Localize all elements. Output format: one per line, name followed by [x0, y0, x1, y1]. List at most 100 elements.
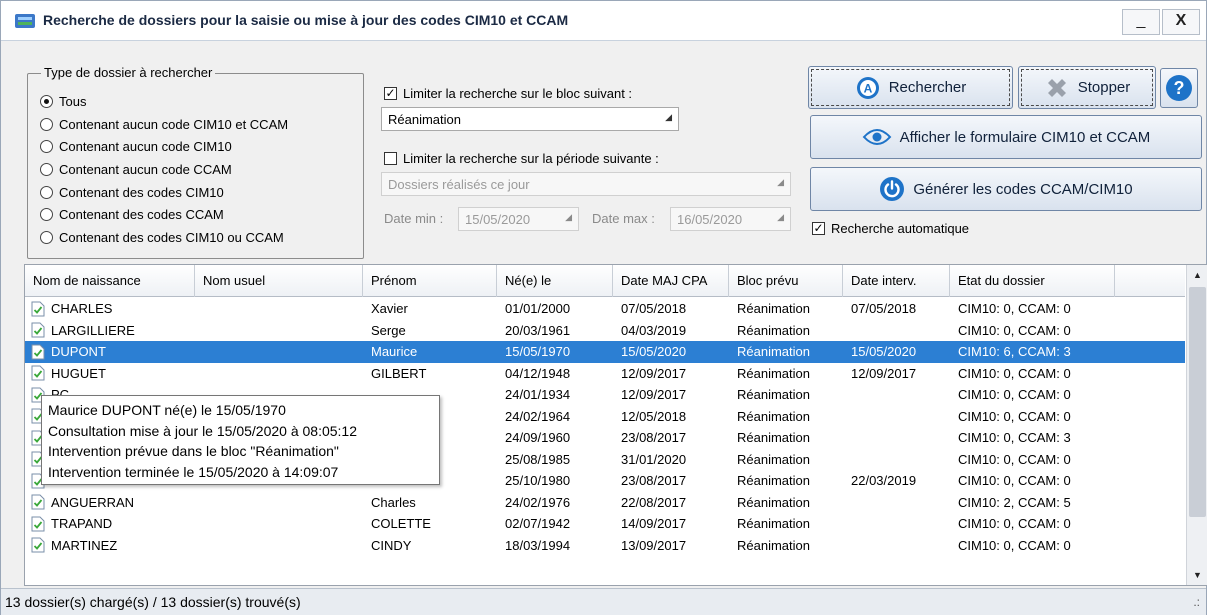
cell-text: HUGUET	[51, 365, 106, 381]
period-filter-checkbox-row[interactable]: Limiter la recherche sur la période suiv…	[384, 151, 659, 166]
table-row[interactable]: ANGUERRAN Charles 24/02/1976 22/08/2017 Réan…	[25, 492, 1185, 514]
dropdown-arrow-icon: ◢	[665, 112, 672, 122]
cell-etat-dossier: CIM10: 0, CCAM: 0	[958, 451, 1071, 467]
resize-grip-icon[interactable]: .:	[1193, 589, 1200, 615]
tooltip-line: Intervention prévue dans le bloc "Réanim…	[48, 443, 339, 459]
bloc-select[interactable]: Réanimation ◢	[381, 107, 679, 131]
cell-bloc-prevu: Réanimation	[737, 537, 810, 553]
column-header-nom-naissance[interactable]: Nom de naissance	[25, 265, 195, 297]
cell-date-maj-cpa: 15/05/2020	[621, 344, 687, 360]
radio-tous[interactable]: Tous	[40, 92, 86, 110]
search-button-label: Rechercher	[888, 79, 967, 96]
cell-prenom: GILBERT	[371, 365, 427, 381]
file-check-icon	[31, 301, 45, 317]
cell-text: MARTINEZ	[51, 537, 118, 553]
generate-codes-button-label: Générer les codes CCAM/CIM10	[913, 180, 1133, 198]
cell-bloc-prevu: Réanimation	[737, 430, 810, 446]
column-header-bloc-prevu[interactable]: Bloc prévu	[729, 265, 843, 297]
radio-aucun-cim10-ccam[interactable]: Contenant aucun code CIM10 et CCAM	[40, 115, 288, 133]
radio-aucun-ccam[interactable]: Contenant aucun code CCAM	[40, 160, 232, 178]
table-row[interactable]: LARGILLIERE Serge 20/03/1961 04/03/2019 Réan…	[25, 320, 1185, 342]
cell-date-maj-cpa: 04/03/2019	[621, 322, 687, 338]
auto-search-label: Recherche automatique	[831, 221, 970, 236]
table-row[interactable]: DUPONT Maurice 15/05/1970 15/05/2020 Réanima…	[25, 341, 1185, 363]
file-check-icon	[31, 537, 45, 553]
column-header-date-maj-cpa[interactable]: Date MAJ CPA	[613, 265, 729, 297]
radio-label: Contenant aucun code CCAM	[59, 161, 232, 177]
radio-button[interactable]	[40, 162, 53, 176]
cell-prenom: Xavier	[371, 301, 408, 317]
cell-ne-le: 20/03/1961	[505, 322, 571, 338]
cell-prenom: CINDY	[371, 537, 412, 553]
radio-codes-cim10[interactable]: Contenant des codes CIM10	[40, 183, 224, 201]
close-button[interactable]: X	[1162, 9, 1200, 35]
radio-label: Contenant des codes CIM10	[59, 184, 224, 200]
column-header-etat-dossier[interactable]: Etat du dossier	[950, 265, 1115, 297]
period-select[interactable]: Dossiers réalisés ce jour ◢	[381, 172, 791, 196]
show-form-button-label: Afficher le formulaire CIM10 et CCAM	[899, 128, 1151, 146]
file-check-icon	[31, 494, 45, 510]
column-header-ne-le[interactable]: Né(e) le	[497, 265, 613, 297]
show-form-button[interactable]: Afficher le formulaire CIM10 et CCAM	[810, 115, 1202, 159]
cell-bloc-prevu: Réanimation	[737, 322, 810, 338]
radio-button[interactable]	[40, 230, 53, 244]
table-row[interactable]: TRAPAND COLETTE 02/07/1942 14/09/2017 Réanim…	[25, 513, 1185, 535]
radio-button[interactable]	[40, 94, 53, 108]
cell-bloc-prevu: Réanimation	[737, 451, 810, 467]
radio-button[interactable]	[40, 139, 53, 153]
generate-codes-button[interactable]: Générer les codes CCAM/CIM10	[810, 167, 1202, 211]
vertical-scrollbar[interactable]: ▲ ▼	[1186, 265, 1207, 585]
cell-date-maj-cpa: 23/08/2017	[621, 473, 687, 489]
radio-aucun-cim10[interactable]: Contenant aucun code CIM10	[40, 137, 232, 155]
cell-etat-dossier: CIM10: 0, CCAM: 0	[958, 322, 1071, 338]
minimize-button[interactable]: _	[1122, 9, 1160, 35]
auto-search-checkbox[interactable]: ✓	[812, 222, 825, 235]
cell-date-maj-cpa: 14/09/2017	[621, 516, 687, 532]
cell-etat-dossier: CIM10: 0, CCAM: 0	[958, 365, 1071, 381]
radio-button[interactable]	[40, 117, 53, 131]
radio-codes-cim10-ou-ccam[interactable]: Contenant des codes CIM10 ou CCAM	[40, 228, 284, 246]
file-check-icon	[31, 516, 45, 532]
bloc-filter-label: Limiter la recherche sur le bloc suivant…	[403, 86, 633, 101]
radio-button[interactable]	[40, 207, 53, 221]
cell-nom-naissance: ANGUERRAN	[25, 494, 195, 510]
cell-date-maj-cpa: 07/05/2018	[621, 301, 687, 317]
cell-text: CHARLES	[51, 301, 113, 317]
cell-bloc-prevu: Réanimation	[737, 301, 810, 317]
column-header-prenom[interactable]: Prénom	[363, 265, 497, 297]
stop-button-label: Stopper	[1077, 79, 1131, 96]
search-button[interactable]: A Rechercher	[808, 66, 1013, 109]
scroll-down-arrow-icon[interactable]: ▼	[1187, 565, 1207, 585]
period-filter-checkbox[interactable]	[384, 152, 397, 165]
cell-ne-le: 25/10/1980	[505, 473, 571, 489]
radio-label: Tous	[59, 93, 87, 109]
help-button[interactable]: ?	[1160, 68, 1198, 108]
patient-tooltip: Maurice DUPONT né(e) le 15/05/1970 Consu…	[41, 395, 440, 485]
radio-codes-ccam[interactable]: Contenant des codes CCAM	[40, 205, 224, 223]
date-max-field[interactable]: 16/05/2020 ◢	[670, 207, 791, 231]
cell-bloc-prevu: Réanimation	[737, 473, 810, 489]
stop-button[interactable]: Stopper	[1018, 66, 1156, 109]
bloc-filter-checkbox-row[interactable]: ✓ Limiter la recherche sur le bloc suiva…	[384, 86, 632, 101]
dropdown-arrow-icon: ◢	[565, 212, 572, 222]
file-check-icon	[31, 365, 45, 381]
cell-date-maj-cpa: 12/09/2017	[621, 387, 687, 403]
table-row[interactable]: HUGUET GILBERT 04/12/1948 12/09/2017 Réanima…	[25, 363, 1185, 385]
cell-bloc-prevu: Réanimation	[737, 365, 810, 381]
auto-search-checkbox-row[interactable]: ✓ Recherche automatique	[812, 221, 969, 236]
date-min-field[interactable]: 15/05/2020 ◢	[458, 207, 579, 231]
date-max-value: 16/05/2020	[677, 211, 743, 227]
table-row[interactable]: CHARLES Xavier 01/01/2000 07/05/2018 Réanima…	[25, 298, 1185, 320]
radio-button[interactable]	[40, 185, 53, 199]
column-header-date-interv[interactable]: Date interv.	[843, 265, 950, 297]
cell-etat-dossier: CIM10: 0, CCAM: 3	[958, 430, 1071, 446]
scroll-up-arrow-icon[interactable]: ▲	[1187, 265, 1207, 285]
bloc-filter-checkbox[interactable]: ✓	[384, 87, 397, 100]
scroll-thumb[interactable]	[1189, 287, 1206, 517]
cell-ne-le: 24/01/1934	[505, 387, 571, 403]
stop-icon	[1044, 75, 1070, 101]
cell-nom-naissance: LARGILLIERE	[25, 322, 195, 338]
table-row[interactable]: MARTINEZ CINDY 18/03/1994 13/09/2017 Réanima…	[25, 535, 1185, 557]
column-header-nom-usuel[interactable]: Nom usuel	[195, 265, 363, 297]
cell-date-maj-cpa: 23/08/2017	[621, 430, 687, 446]
